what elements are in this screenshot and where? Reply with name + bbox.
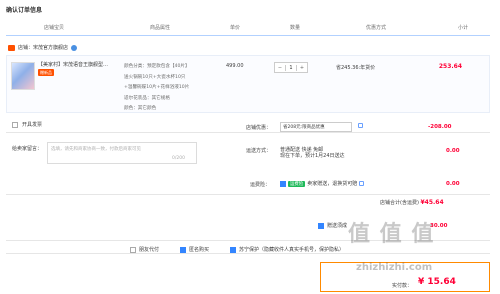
section-divider bbox=[6, 194, 490, 195]
item-title[interactable]: 【美家村】宋茂语音王旗舰型… bbox=[38, 62, 108, 68]
insurance-info-icon[interactable] bbox=[359, 181, 365, 186]
col-header-qty: 数量 bbox=[290, 25, 301, 31]
col-header-price: 单价 bbox=[230, 25, 241, 31]
option-privacy[interactable]: 苏宁保护（隐藏收件人真实手机号，保护隐私） bbox=[230, 246, 344, 253]
insurance-checkbox[interactable] bbox=[280, 180, 286, 187]
quantity-stepper: − 1 + bbox=[274, 62, 308, 73]
invoice-label: 开具发票 bbox=[22, 122, 43, 128]
insurance-tag: 运费险 bbox=[288, 180, 306, 187]
gift-label: 赠送须成 bbox=[327, 223, 348, 229]
attr-line: 颜色分类：预定款包含【40片】 bbox=[124, 64, 190, 69]
col-header-attrs: 商品属性 bbox=[150, 25, 171, 31]
coupon-label: 店铺优惠： bbox=[246, 125, 272, 131]
invoice-option[interactable]: 开具发票 bbox=[12, 121, 42, 128]
privacy-checkbox[interactable] bbox=[230, 246, 236, 253]
product-thumbnail[interactable] bbox=[11, 62, 35, 90]
attr-line: 送火锅碗10只+大瓷水杯10只 bbox=[124, 74, 186, 80]
store-row: 店铺：宋茂官方旗舰店 bbox=[8, 44, 78, 51]
insurance-text: 卖家赠送，退换货可赔 bbox=[307, 181, 358, 187]
message-label: 给卖家留言： bbox=[12, 146, 43, 152]
payment-amount: ¥ 15.64 bbox=[418, 277, 456, 287]
store-name[interactable]: 店铺：宋茂官方旗舰店 bbox=[18, 44, 68, 51]
coupon-amount: -208.00 bbox=[428, 124, 452, 130]
qty-minus-button[interactable]: − bbox=[275, 65, 285, 71]
attr-line: 适尔花装品：其它规格 bbox=[124, 95, 170, 101]
attr-line: +温馨碗碟10片+花样浴液10片 bbox=[124, 85, 190, 90]
section-divider bbox=[6, 132, 490, 133]
watermark-url: zhizhizhi.com bbox=[356, 262, 433, 273]
shipping-amount: 0.00 bbox=[446, 148, 460, 154]
item-tag: 赠新品 bbox=[38, 69, 54, 76]
header-divider bbox=[6, 35, 490, 36]
shipping-label: 运送方式： bbox=[246, 148, 272, 154]
shipping-eta: 现在下单，预计1月24日送达 bbox=[280, 153, 345, 159]
unit-price: 499.00 bbox=[226, 63, 244, 69]
friend-pay-checkbox[interactable] bbox=[130, 246, 136, 253]
promo-text: 省245.36:年货价 bbox=[336, 65, 376, 71]
option-anonymous[interactable]: 匿名购买 bbox=[180, 246, 209, 253]
coupon-select[interactable]: 省208元:限商品优惠 bbox=[280, 122, 352, 132]
chat-icon[interactable] bbox=[71, 44, 78, 51]
insurance-amount: 0.00 bbox=[446, 181, 460, 187]
privacy-label: 苏宁保护（隐藏收件人真实手机号，保护隐私） bbox=[239, 247, 345, 253]
invoice-checkbox[interactable] bbox=[12, 121, 18, 128]
col-header-promo: 优惠方式 bbox=[366, 25, 387, 31]
message-char-count: 0/200 bbox=[172, 156, 185, 161]
store-total-label: 店铺合计(含运费) bbox=[380, 200, 419, 206]
anonymous-checkbox[interactable] bbox=[180, 246, 186, 253]
col-header-item: 店铺宝贝 bbox=[44, 25, 65, 31]
item-attributes: 颜色分类：预定款包含【40片】 送火锅碗10只+大瓷水杯10只 +温馨碗碟10片… bbox=[124, 62, 220, 115]
store-total: 店铺合计(含运费) ¥45.64 bbox=[380, 199, 444, 206]
store-icon bbox=[8, 44, 15, 51]
friend-pay-label: 朋友代付 bbox=[139, 247, 160, 253]
option-friend-pay[interactable]: 朋友代付 bbox=[130, 246, 159, 253]
coupon-info-icon[interactable] bbox=[358, 123, 363, 130]
anonymous-label: 匿名购买 bbox=[189, 247, 210, 253]
store-total-amount: ¥45.64 bbox=[420, 199, 444, 206]
attr-line: 颜色：其它颜色 bbox=[124, 106, 157, 111]
qty-plus-button[interactable]: + bbox=[297, 65, 307, 71]
payment-label: 实付款： bbox=[392, 283, 413, 289]
watermark-logo: 值 值 值 bbox=[348, 222, 435, 247]
item-title-block: 【美家村】宋茂语音王旗舰型… 赠新品 bbox=[38, 62, 120, 77]
col-header-subtotal: 小计 bbox=[458, 25, 469, 31]
insurance-label: 运费险： bbox=[250, 182, 271, 188]
shipping-info: 普通配送 快递 免邮 现在下单，预计1月24日送达 bbox=[280, 147, 345, 159]
gift-checkbox[interactable] bbox=[318, 222, 324, 229]
insurance-row: 运费险 卖家赠送，退换货可赔 bbox=[280, 180, 365, 187]
qty-input[interactable]: 1 bbox=[285, 64, 297, 71]
item-subtotal: 253.64 bbox=[438, 63, 462, 70]
page-title: 确认订单信息 bbox=[6, 7, 43, 14]
